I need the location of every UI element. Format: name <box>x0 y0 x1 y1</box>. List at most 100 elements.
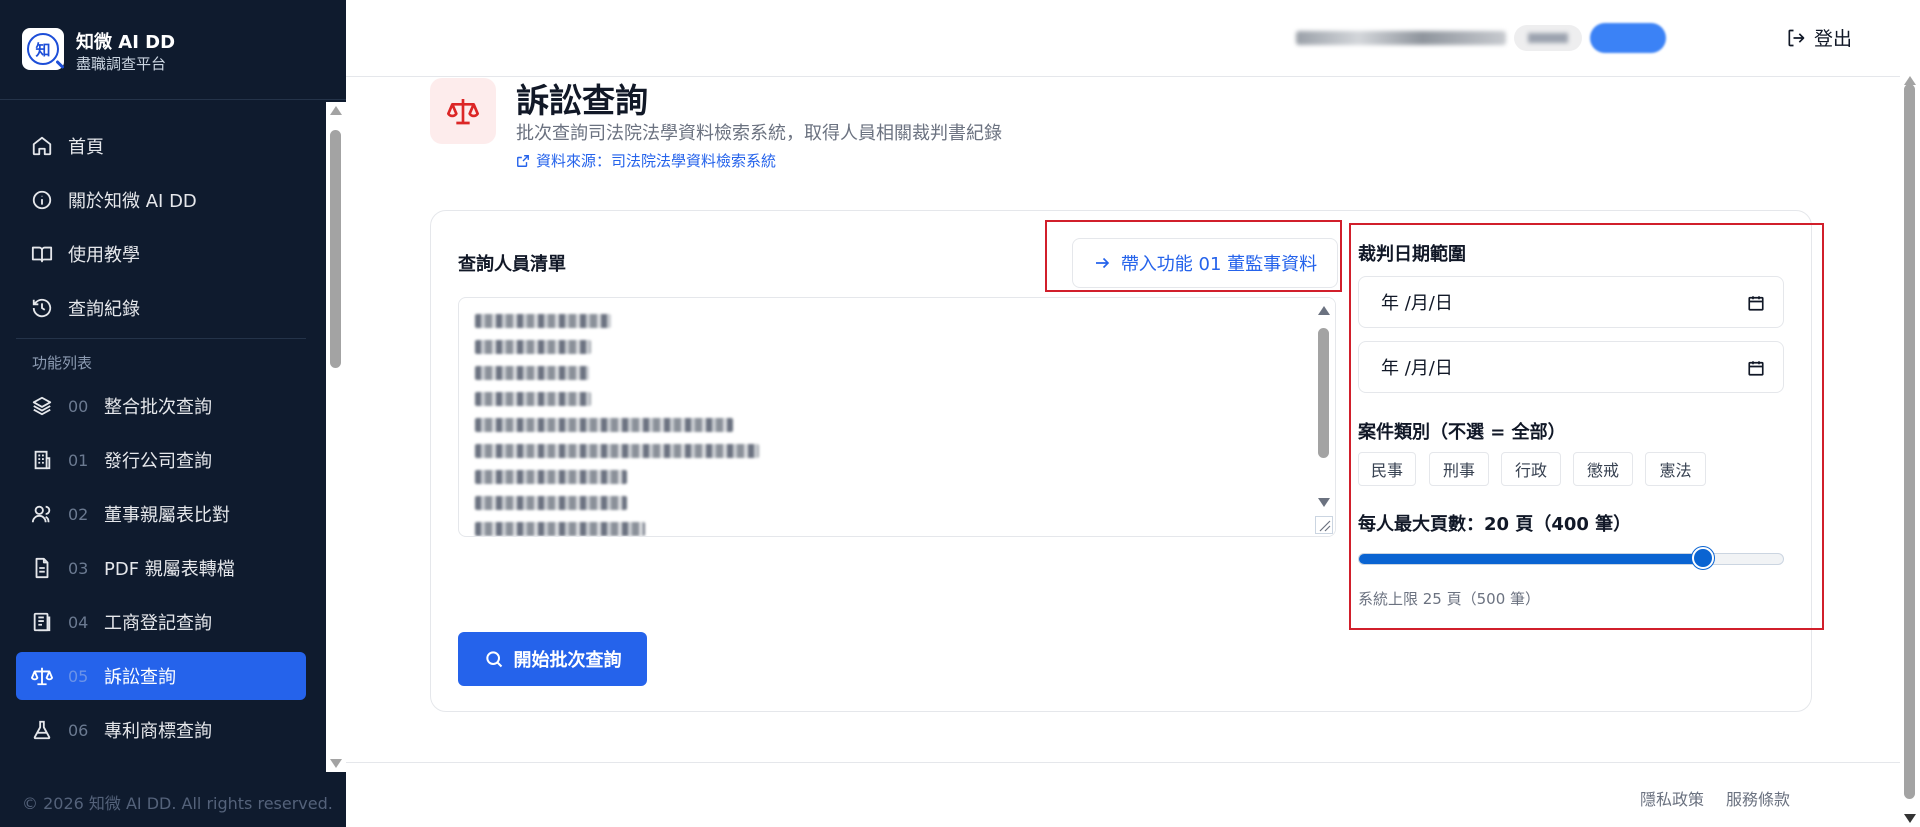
sidebar-item-number: 02 <box>68 504 89 524</box>
max-pages-label: 每人最大頁數：20 頁（400 筆） <box>1358 514 1632 535</box>
scrollbar-thumb[interactable] <box>330 130 341 368</box>
date-from-input[interactable]: 年 /月/日 <box>1358 276 1784 328</box>
sidebar-item-label: 訴訟查詢 <box>104 667 176 688</box>
logout-label: 登出 <box>1814 28 1853 50</box>
search-icon <box>485 651 502 668</box>
sidebar-item-registry[interactable]: 04 工商登記查詢 <box>16 598 306 646</box>
sidebar-item-label: 發行公司查詢 <box>104 451 212 472</box>
terms-of-service-link[interactable]: 服務條款 <box>1726 786 1790 810</box>
redacted-line <box>475 470 627 484</box>
import-button-label: 帶入功能 01 董監事資料 <box>1120 254 1318 275</box>
source-link[interactable]: 資料來源：司法院法學資料檢索系統 <box>516 150 776 171</box>
external-link-icon <box>517 154 529 167</box>
date-to-input[interactable]: 年 /月/日 <box>1358 341 1784 393</box>
sidebar-item-number: 00 <box>68 396 89 416</box>
redacted-line <box>475 444 759 458</box>
case-type-chip-administrative[interactable]: 行政 <box>1501 452 1561 486</box>
logo-magnifier-icon: 知 <box>27 33 59 65</box>
sidebar-item-label: 整合批次查詢 <box>104 397 212 418</box>
slider-fill <box>1359 554 1699 564</box>
person-list-label: 查詢人員清單 <box>458 254 566 275</box>
user-email-redacted <box>1296 31 1506 45</box>
user-info <box>1296 23 1666 53</box>
copyright: © 2026 知微 AI DD. All rights reserved. <box>22 794 333 813</box>
slider-thumb[interactable] <box>1691 547 1714 569</box>
scroll-up-arrow-icon[interactable] <box>1318 306 1330 315</box>
sidebar-item-label: 專利商標查詢 <box>104 721 212 742</box>
privacy-policy-link[interactable]: 隱私政策 <box>1640 786 1704 810</box>
person-list-textarea[interactable] <box>458 297 1336 537</box>
sidebar-item-number: 01 <box>68 450 89 470</box>
sidebar-item-issuer[interactable]: 01 發行公司查詢 <box>16 436 306 484</box>
start-batch-query-button[interactable]: 開始批次查詢 <box>458 632 647 686</box>
sidebar-divider <box>16 338 306 339</box>
sidebar-item-label: 首頁 <box>68 137 104 158</box>
scroll-down-arrow-icon[interactable] <box>330 759 342 768</box>
flask-icon <box>30 718 54 742</box>
book-icon <box>30 242 54 266</box>
sidebar-item-batch[interactable]: 00 整合批次查詢 <box>16 382 306 430</box>
page-title: 訴訟查詢 <box>516 81 648 120</box>
page-icon <box>430 78 496 144</box>
scale-icon <box>30 664 54 688</box>
sidebar-item-about[interactable]: 關於知微 AI DD <box>16 176 306 224</box>
redacted-line <box>475 496 627 510</box>
scrollbar-thumb[interactable] <box>1904 84 1915 799</box>
redacted-line <box>475 366 589 380</box>
brand-title: 知微 AI DD <box>76 32 176 53</box>
sidebar-item-relatives[interactable]: 02 董事親屬表比對 <box>16 490 306 538</box>
sidebar-item-number: 04 <box>68 612 89 632</box>
sidebar-scrollbar[interactable] <box>326 102 346 772</box>
sidebar-item-number: 05 <box>68 666 89 686</box>
scroll-down-arrow-icon[interactable] <box>1904 814 1916 823</box>
sidebar-item-pdf[interactable]: 03 PDF 親屬表轉檔 <box>16 544 306 592</box>
sidebar-section-label: 功能列表 <box>32 354 93 372</box>
scroll-down-arrow-icon[interactable] <box>1318 498 1330 507</box>
source-link-label: 資料來源：司法院法學資料檢索系統 <box>536 152 777 170</box>
calendar-icon[interactable] <box>1747 294 1765 312</box>
slider-hint: 系統上限 25 頁（500 筆） <box>1358 590 1541 608</box>
max-pages-slider[interactable] <box>1358 553 1784 565</box>
textarea-scrollbar[interactable] <box>1313 298 1335 536</box>
arrow-right-icon <box>1095 257 1109 269</box>
sidebar-item-label: 查詢紀錄 <box>68 299 140 320</box>
layers-icon <box>30 394 54 418</box>
home-icon <box>30 134 54 158</box>
redacted-line <box>475 314 611 328</box>
case-type-chip-criminal[interactable]: 刑事 <box>1429 452 1489 486</box>
redacted-line <box>475 340 591 354</box>
scroll-up-arrow-icon[interactable] <box>330 106 342 115</box>
case-type-chip-constitutional[interactable]: 憲法 <box>1645 452 1706 486</box>
case-type-label: 案件類別（不選 = 全部） <box>1358 422 1566 443</box>
user-role-badge <box>1514 25 1582 51</box>
scrollbar-thumb[interactable] <box>1318 328 1329 458</box>
scale-icon <box>447 99 479 125</box>
case-type-chip-civil[interactable]: 民事 <box>1358 452 1416 486</box>
page-scrollbar[interactable] <box>1900 76 1920 827</box>
sidebar-item-tutorial[interactable]: 使用教學 <box>16 230 306 278</box>
calendar-icon[interactable] <box>1747 359 1765 377</box>
resize-handle-icon[interactable] <box>1315 516 1333 534</box>
registry-icon <box>30 610 54 634</box>
user-plan-badge <box>1590 23 1666 53</box>
redacted-line <box>475 418 733 432</box>
brand[interactable]: 知 知微 AI DD 盡職調查平台 <box>0 0 346 100</box>
brand-subtitle: 盡職調查平台 <box>76 55 167 73</box>
file-icon <box>30 556 54 580</box>
sidebar-item-number: 03 <box>68 558 89 578</box>
sidebar-item-home[interactable]: 首頁 <box>16 122 306 170</box>
sidebar: 知 知微 AI DD 盡職調查平台 首頁 關於知微 AI DD 使用教學 查詢紀… <box>0 0 346 827</box>
logout-button[interactable]: 登出 <box>1786 24 1852 51</box>
sidebar-item-history[interactable]: 查詢紀錄 <box>16 284 306 332</box>
page-description: 批次查詢司法院法學資料檢索系統，取得人員相關裁判書紀錄 <box>516 123 1002 144</box>
date-range-label: 裁判日期範圍 <box>1358 244 1466 265</box>
date-from-placeholder: 年 /月/日 <box>1381 293 1453 314</box>
top-bar: 登出 <box>346 0 1900 77</box>
import-directors-button[interactable]: 帶入功能 01 董監事資料 <box>1072 238 1338 288</box>
case-type-chip-disciplinary[interactable]: 懲戒 <box>1573 452 1633 486</box>
sidebar-item-patent[interactable]: 06 專利商標查詢 <box>16 706 306 754</box>
footer-divider <box>346 762 1900 763</box>
brand-logo: 知 <box>22 28 64 70</box>
sidebar-item-litigation[interactable]: 05 訴訟查詢 <box>16 652 306 700</box>
users-icon <box>30 502 54 526</box>
